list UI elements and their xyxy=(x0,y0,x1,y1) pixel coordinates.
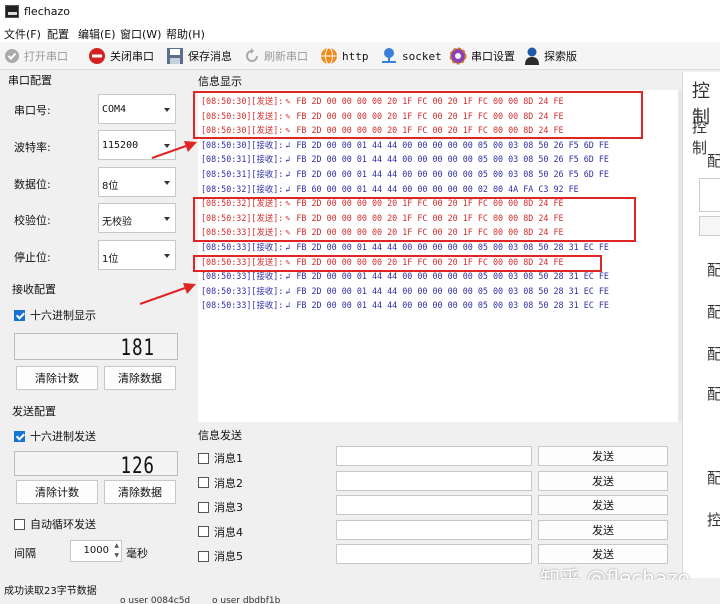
control-item: 控 xyxy=(707,511,720,529)
checkbox-icon xyxy=(198,477,209,488)
message-checkbox-1[interactable]: 消息1 xyxy=(198,450,243,466)
message-label: 消息5 xyxy=(214,550,243,563)
checkbox-icon xyxy=(198,550,209,562)
info-send-title: 信息发送 xyxy=(198,429,242,442)
control-item: 配 xyxy=(707,469,720,487)
send-button-3[interactable]: 发送 xyxy=(538,495,668,515)
status-bar: 成功读取23字节数据 o user 0084c5d o user dbdbf1b xyxy=(0,580,720,604)
message-checkbox-2[interactable]: 消息2 xyxy=(198,475,243,491)
message-label: 消息2 xyxy=(214,476,243,490)
control-field[interactable] xyxy=(699,178,720,212)
annotation-arrow xyxy=(151,145,187,159)
control-tab[interactable] xyxy=(699,216,720,236)
checkbox-icon xyxy=(198,501,209,513)
control-item: 配 xyxy=(707,152,720,170)
message-checkbox-3[interactable]: 消息3 xyxy=(198,499,243,515)
checkbox-icon xyxy=(198,526,209,537)
send-button-4[interactable]: 发送 xyxy=(538,519,668,540)
message-checkbox-4[interactable]: 消息4 xyxy=(198,524,243,540)
send-button-5[interactable]: 发送 xyxy=(538,544,668,564)
message-input-3[interactable] xyxy=(336,495,532,515)
message-input-2[interactable] xyxy=(336,470,532,491)
message-input-4[interactable] xyxy=(336,519,532,540)
status-extra: o user dbdbf1b xyxy=(212,596,281,604)
send-button-2[interactable]: 发送 xyxy=(538,470,668,491)
status-text: 成功读取23字节数据 xyxy=(4,586,97,597)
control-item: 配 xyxy=(707,345,720,363)
message-checkbox-5[interactable]: 消息5 xyxy=(198,548,243,564)
message-label: 消息1 xyxy=(214,452,243,465)
annotation-arrow xyxy=(139,287,186,305)
send-button-1[interactable]: 发送 xyxy=(538,446,668,466)
control-item: 配 xyxy=(707,261,720,279)
control-panel: 控制 控制 配 配 配 配 配 配 控 xyxy=(682,72,720,578)
message-input-1[interactable] xyxy=(336,446,532,466)
checkbox-icon xyxy=(198,452,209,464)
control-item: 配 xyxy=(707,303,720,321)
status-extra: o user 0084c5d xyxy=(120,596,191,604)
message-input-5[interactable] xyxy=(336,544,532,564)
message-label: 消息3 xyxy=(214,501,243,514)
control-item: 配 xyxy=(707,385,720,403)
message-label: 消息4 xyxy=(214,525,243,539)
